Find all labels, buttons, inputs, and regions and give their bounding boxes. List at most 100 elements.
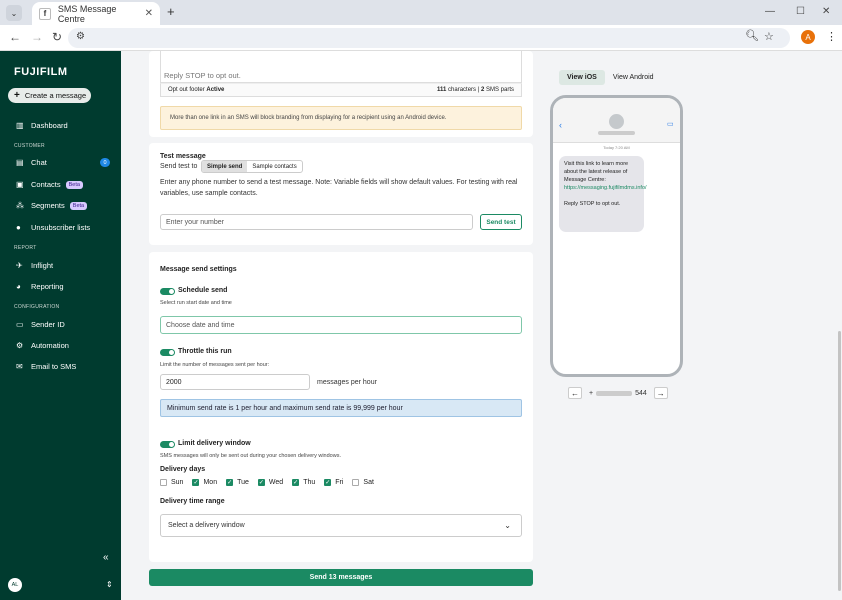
test-number-input[interactable]: Enter your number xyxy=(160,214,473,230)
day-fri[interactable]: ✓ Fri xyxy=(324,479,343,486)
day-tue[interactable]: ✓ Tue xyxy=(226,479,249,486)
sidebar-item-reporting[interactable]: ◕ Reporting xyxy=(16,282,64,291)
profile-avatar[interactable]: A xyxy=(801,30,815,44)
account-switch-icon[interactable]: ⇕ xyxy=(106,580,113,589)
opt-out-label: Opt out footer xyxy=(168,87,205,93)
test-message-heading: Test message xyxy=(160,153,206,160)
delivery-window-select[interactable]: Select a delivery window ⌄ xyxy=(160,514,522,537)
sidebar-item-automation[interactable]: ⚙ Automation xyxy=(16,341,69,350)
day-mon[interactable]: ✓ Mon xyxy=(192,479,217,486)
close-window-icon[interactable]: ✕ xyxy=(822,6,830,17)
day-wed[interactable]: ✓ Wed xyxy=(257,479,283,486)
throttle-toggle[interactable] xyxy=(160,349,175,356)
throttle-input[interactable]: 2000 xyxy=(160,374,310,390)
sidebar-item-segments[interactable]: ⁂ Segments Beta xyxy=(16,201,88,210)
site-settings-icon[interactable]: ⚙ xyxy=(76,31,85,42)
delivery-window-sub: SMS messages will only be sent out durin… xyxy=(160,453,341,459)
message-time: Today 7:20 AM xyxy=(603,145,630,150)
automation-icon: ⚙ xyxy=(16,340,24,350)
throttle-label: Throttle this run xyxy=(178,348,232,355)
sidebar-item-label: Sender ID xyxy=(31,320,65,329)
time-range-heading: Delivery time range xyxy=(160,498,225,505)
message-body-text: Reply STOP to opt out. xyxy=(164,71,241,80)
checkbox-checked[interactable]: ✓ xyxy=(192,479,200,486)
sidebar-item-chat[interactable]: ▤ Chat xyxy=(16,158,47,167)
sidebar-item-label: Contacts xyxy=(31,180,61,189)
message-link: https://messaging.fujifilmdms.info/ xyxy=(564,185,647,191)
phone-preview: ‹ ▭ Today 7:20 AM Visit this link to lea… xyxy=(550,95,683,377)
delivery-window-label: Limit delivery window xyxy=(178,440,251,447)
phone-header: ‹ ▭ xyxy=(553,98,680,143)
back-chevron-icon: ‹ xyxy=(559,120,562,130)
chat-icon: ▤ xyxy=(16,157,24,167)
tab-search-icon[interactable]: ⌄ xyxy=(6,5,22,21)
bookmark-star-icon[interactable]: ☆ xyxy=(764,30,774,43)
tab-view-ios[interactable]: View iOS xyxy=(559,70,605,85)
section-report: REPORT xyxy=(14,245,37,251)
sidebar-item-label: Chat xyxy=(31,158,47,167)
beta-badge: Beta xyxy=(65,180,83,189)
back-icon[interactable]: ← xyxy=(9,30,21,44)
checkbox-checked[interactable]: ✓ xyxy=(292,479,300,486)
date-time-input[interactable]: Choose date and time xyxy=(160,316,522,334)
day-thu[interactable]: ✓ Thu xyxy=(292,479,315,486)
checkbox[interactable] xyxy=(352,479,360,486)
address-bar[interactable]: ⚙ xyxy=(68,28,790,48)
collapse-sidebar-icon[interactable]: « xyxy=(103,552,109,563)
checkbox-checked[interactable]: ✓ xyxy=(257,479,265,486)
scrollbar-thumb[interactable] xyxy=(838,331,841,591)
checkbox-checked[interactable]: ✓ xyxy=(324,479,332,486)
sample-contacts-option[interactable]: Sample contacts xyxy=(247,161,301,172)
tab-view-android[interactable]: View Android xyxy=(605,70,662,85)
test-description: Enter any phone number to send a test me… xyxy=(160,179,518,197)
send-test-button[interactable]: Send test xyxy=(480,214,522,230)
create-message-button[interactable]: + Create a message xyxy=(8,88,91,103)
user-minus-icon: ● xyxy=(16,222,21,232)
user-avatar[interactable]: AL xyxy=(8,578,22,592)
sidebar-item-dashboard[interactable]: ▥ Dashboard xyxy=(16,121,68,130)
sidebar-item-inflight[interactable]: ✈ Inflight xyxy=(16,261,53,270)
sidebar-item-contacts[interactable]: ▣ Contacts Beta xyxy=(16,180,83,189)
day-sat[interactable]: Sat xyxy=(352,479,374,486)
day-sun[interactable]: Sun xyxy=(160,479,183,486)
checkbox-checked[interactable]: ✓ xyxy=(226,479,234,486)
checkbox[interactable] xyxy=(160,479,167,486)
minimize-icon[interactable]: — xyxy=(765,6,775,17)
sidebar-item-unsubscriber-lists[interactable]: ● Unsubscriber lists xyxy=(16,223,90,232)
fujifilm-logo: FUJIFILM xyxy=(14,66,68,78)
simple-send-option[interactable]: Simple send xyxy=(202,161,248,172)
sidebar-item-label: Reporting xyxy=(31,282,64,291)
sidebar: FUJIFILM + Create a message ▥ Dashboard CU… xyxy=(0,51,121,600)
sidebar-item-label: Dashboard xyxy=(31,121,68,130)
new-tab-button[interactable]: + xyxy=(167,4,175,19)
tab-title: SMS Message Centre xyxy=(57,3,117,24)
browser-menu-icon[interactable]: ⋮ xyxy=(826,30,837,43)
send-messages-button[interactable]: Send 13 messages xyxy=(149,569,533,586)
test-mode-toggle: Simple send Sample contacts xyxy=(201,160,303,173)
send-settings-heading: Message send settings xyxy=(160,266,237,273)
next-recipient-button[interactable]: → xyxy=(653,387,668,399)
message-bubble: Visit this link to learn more about the … xyxy=(559,156,647,232)
close-tab-icon[interactable]: ✕ xyxy=(145,8,153,19)
forward-icon[interactable]: → xyxy=(31,30,43,44)
sidebar-item-label: Automation xyxy=(31,341,69,350)
sidebar-item-email-to-sms[interactable]: ✉ Email to SMS xyxy=(16,362,76,371)
sidebar-item-label: Segments xyxy=(31,201,65,210)
throttle-unit: messages per hour xyxy=(317,379,377,386)
delivery-window-toggle[interactable] xyxy=(160,441,175,448)
rate-info-banner: Minimum send rate is 1 per hour and maxi… xyxy=(160,399,522,417)
schedule-toggle[interactable] xyxy=(160,288,175,295)
reload-icon[interactable]: ↻ xyxy=(52,30,62,44)
browser-tab-strip: ⌄ f SMS Message Centre ✕ + — ☐ ✕ xyxy=(0,0,842,25)
delivery-days: Sun ✓ Mon ✓ Tue ✓ Wed ✓ Thu ✓ Fri Sat xyxy=(160,479,383,486)
browser-tab[interactable]: f SMS Message Centre ✕ xyxy=(32,2,160,25)
preview-tabs: View iOS View Android xyxy=(559,70,662,85)
plane-icon: ✈ xyxy=(16,260,23,270)
zoom-icon[interactable]: 🔍︎ xyxy=(745,29,759,42)
prev-recipient-button[interactable]: ← xyxy=(568,387,582,399)
maximize-icon[interactable]: ☐ xyxy=(796,6,805,17)
message-textarea[interactable]: Reply STOP to opt out. xyxy=(160,51,522,83)
sidebar-item-sender-id[interactable]: ▭ Sender ID xyxy=(16,320,65,329)
compose-card: Reply STOP to opt out. Opt out footer Ac… xyxy=(149,51,533,137)
dashboard-icon: ▥ xyxy=(16,120,24,130)
